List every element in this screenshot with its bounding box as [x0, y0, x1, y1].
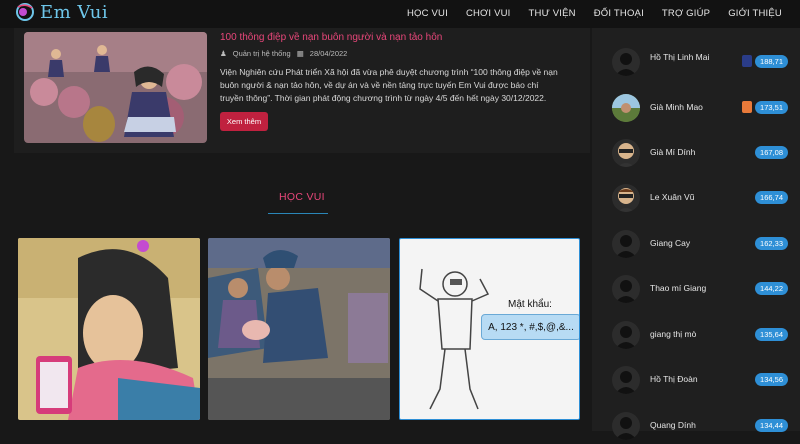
avatar — [612, 139, 640, 167]
nav-item-doi-thoai[interactable]: ĐỐI THOẠI — [594, 8, 644, 19]
level-badge-icon — [742, 101, 752, 113]
score-badge: 167,08 — [755, 146, 788, 159]
level-badge-icon — [742, 55, 752, 67]
avatar — [612, 48, 640, 76]
user-name: Hồ Thị Linh Mai — [650, 52, 710, 62]
user-name: Le Xuân Vũ — [650, 192, 695, 202]
avatar — [612, 230, 640, 258]
user-icon: ♟ — [220, 49, 227, 58]
news-title[interactable]: 100 thông điệp về nạn buôn người và nạn … — [220, 32, 442, 43]
leaderboard-row[interactable]: Hồ Thị Linh Mai 188,71 — [612, 44, 792, 80]
nav-item-hoc-vui[interactable]: HỌC VUI — [407, 8, 448, 19]
avatar — [612, 321, 640, 349]
score-badge: 144,22 — [755, 282, 788, 295]
news-illustration — [24, 32, 207, 143]
password-hint-box: A, 123 *, #,$,@,&... — [481, 314, 579, 340]
avatar — [612, 94, 640, 122]
leaderboard-row[interactable]: Thao mí Giang 144,22 — [612, 271, 792, 307]
news-thumbnail[interactable] — [24, 32, 207, 143]
main-nav: HỌC VUI CHƠI VUI THƯ VIỆN ĐỐI THOẠI TRỢ … — [407, 8, 782, 19]
score-badge: 173,51 — [755, 101, 788, 114]
score-badge: 135,64 — [755, 328, 788, 341]
brand-name: Em Vui — [40, 1, 109, 23]
calendar-icon: ▦ — [296, 49, 304, 58]
tile-illustration-family — [208, 238, 390, 420]
main-content: 100 thông điệp về nạn buôn người và nạn … — [0, 28, 592, 431]
score-badge: 162,33 — [755, 237, 788, 250]
news-date: 28/04/2022 — [309, 49, 348, 58]
user-name: Hồ Thị Đoàn — [650, 374, 698, 384]
leaderboard-row[interactable]: Già Minh Mao 173,51 — [612, 90, 792, 126]
section-title: HỌC VUI — [279, 191, 325, 203]
user-name: Thao mí Giang — [650, 283, 707, 293]
password-label: Mật khẩu: — [508, 299, 552, 310]
user-name: giang thị mò — [650, 329, 697, 339]
leaderboard-row[interactable]: Hồ Thị Đoàn 134,56 — [612, 362, 792, 398]
avatar — [612, 275, 640, 303]
leaderboard-row[interactable]: giang thị mò 135,64 — [612, 317, 792, 353]
user-name: Quang Dính — [650, 420, 696, 430]
tile-illustration-girl-phone — [18, 238, 200, 420]
avatar — [612, 412, 640, 440]
learning-tile-1[interactable] — [18, 238, 200, 420]
news-meta: ♟ Quản trị hệ thống ▦ 28/04/2022 — [220, 49, 347, 58]
news-excerpt: Viện Nghiên cứu Phát triển Xã hội đã vừa… — [220, 67, 558, 103]
top-navbar: Em Vui HỌC VUI CHƠI VUI THƯ VIỆN ĐỐI THO… — [0, 0, 800, 28]
avatar — [612, 184, 640, 212]
learning-tile-3[interactable]: Mật khẩu: A, 123 *, #,$,@,&... — [399, 238, 580, 420]
leaderboard-sidebar: Hồ Thị Linh Mai 188,71 Già Minh Mao 173,… — [592, 28, 800, 440]
leaderboard-row[interactable]: Giang Cay 162,33 — [612, 226, 792, 262]
nav-item-tro-giup[interactable]: TRỢ GIÚP — [662, 8, 710, 19]
score-badge: 134,56 — [755, 373, 788, 386]
nav-item-choi-vui[interactable]: CHƠI VUI — [466, 8, 511, 19]
news-author: Quản trị hệ thống — [232, 49, 291, 58]
score-badge: 188,71 — [755, 55, 788, 68]
leaderboard-row[interactable]: Già Mí Dính 167,08 — [612, 135, 792, 171]
news-card: 100 thông điệp về nạn buôn người và nạn … — [14, 28, 590, 153]
score-badge: 134,44 — [755, 419, 788, 432]
nav-item-gioi-thieu[interactable]: GIỚI THIỆU — [728, 8, 782, 19]
score-badge: 166,74 — [755, 191, 788, 204]
user-name: Giang Cay — [650, 238, 691, 248]
user-name: Già Minh Mao — [650, 102, 703, 112]
section-underline — [268, 213, 328, 214]
avatar — [612, 366, 640, 394]
leaderboard-row[interactable]: Quang Dính 134,44 — [612, 408, 792, 444]
read-more-button[interactable]: Xem thêm — [220, 112, 268, 131]
nav-item-thu-vien[interactable]: THƯ VIỆN — [529, 8, 576, 19]
learning-tile-2[interactable] — [208, 238, 390, 420]
leaderboard-row[interactable]: Le Xuân Vũ 166,74 — [612, 180, 792, 216]
user-name: Già Mí Dính — [650, 147, 696, 157]
logo-icon — [16, 3, 34, 21]
brand-logo[interactable]: Em Vui — [14, 1, 108, 23]
